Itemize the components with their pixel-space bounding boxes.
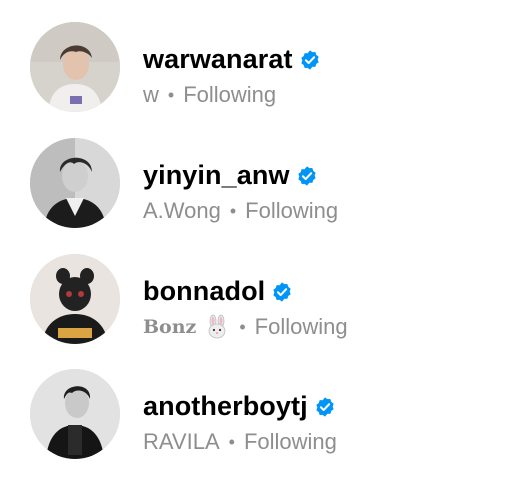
list-item[interactable]: warwanarat w • Following <box>0 22 505 138</box>
full-name: w <box>143 82 159 107</box>
username-line: anotherboytj <box>143 389 336 423</box>
verified-badge-icon <box>314 396 336 418</box>
separator-dot: • <box>229 200 237 221</box>
username-line: yinyin_anw <box>143 158 318 192</box>
following-status: Following <box>183 82 277 107</box>
full-name: RAVILA <box>143 429 220 454</box>
username[interactable]: anotherboytj <box>143 391 308 422</box>
separator-dot: • <box>167 84 175 105</box>
following-status: Following <box>243 429 337 454</box>
username-line: bonnadol <box>143 274 293 308</box>
following-status: Following <box>245 198 339 223</box>
full-name: Bonz <box>143 316 197 338</box>
username[interactable]: warwanarat <box>143 44 293 75</box>
username[interactable]: bonnadol <box>143 276 265 307</box>
subtitle-line: RAVILA • Following <box>143 427 337 457</box>
separator-dot: • <box>228 431 235 452</box>
subtitle-line: Bonz • Following <box>143 312 348 342</box>
avatar[interactable] <box>30 22 120 112</box>
full-name: A.Wong <box>143 198 221 223</box>
separator-dot: • <box>239 316 246 337</box>
list-item[interactable]: anotherboytj RAVILA • Following <box>0 369 505 485</box>
rabbit-face-icon <box>204 314 230 340</box>
verified-badge-icon <box>271 281 293 303</box>
avatar[interactable] <box>30 369 120 459</box>
list-item[interactable]: yinyin_anw A.Wong • Following <box>0 138 505 254</box>
verified-badge-icon <box>296 165 318 187</box>
following-list: warwanarat w • Following yinyin_anw A.Wo… <box>0 0 505 499</box>
subtitle-line: A.Wong • Following <box>143 196 338 226</box>
verified-badge-icon <box>299 49 321 71</box>
list-item[interactable]: bonnadol Bonz • Following <box>0 254 505 370</box>
username[interactable]: yinyin_anw <box>143 160 290 191</box>
following-status: Following <box>254 314 348 339</box>
avatar[interactable] <box>30 254 120 344</box>
subtitle-line: w • Following <box>143 80 276 110</box>
avatar[interactable] <box>30 138 120 228</box>
username-line: warwanarat <box>143 42 321 76</box>
